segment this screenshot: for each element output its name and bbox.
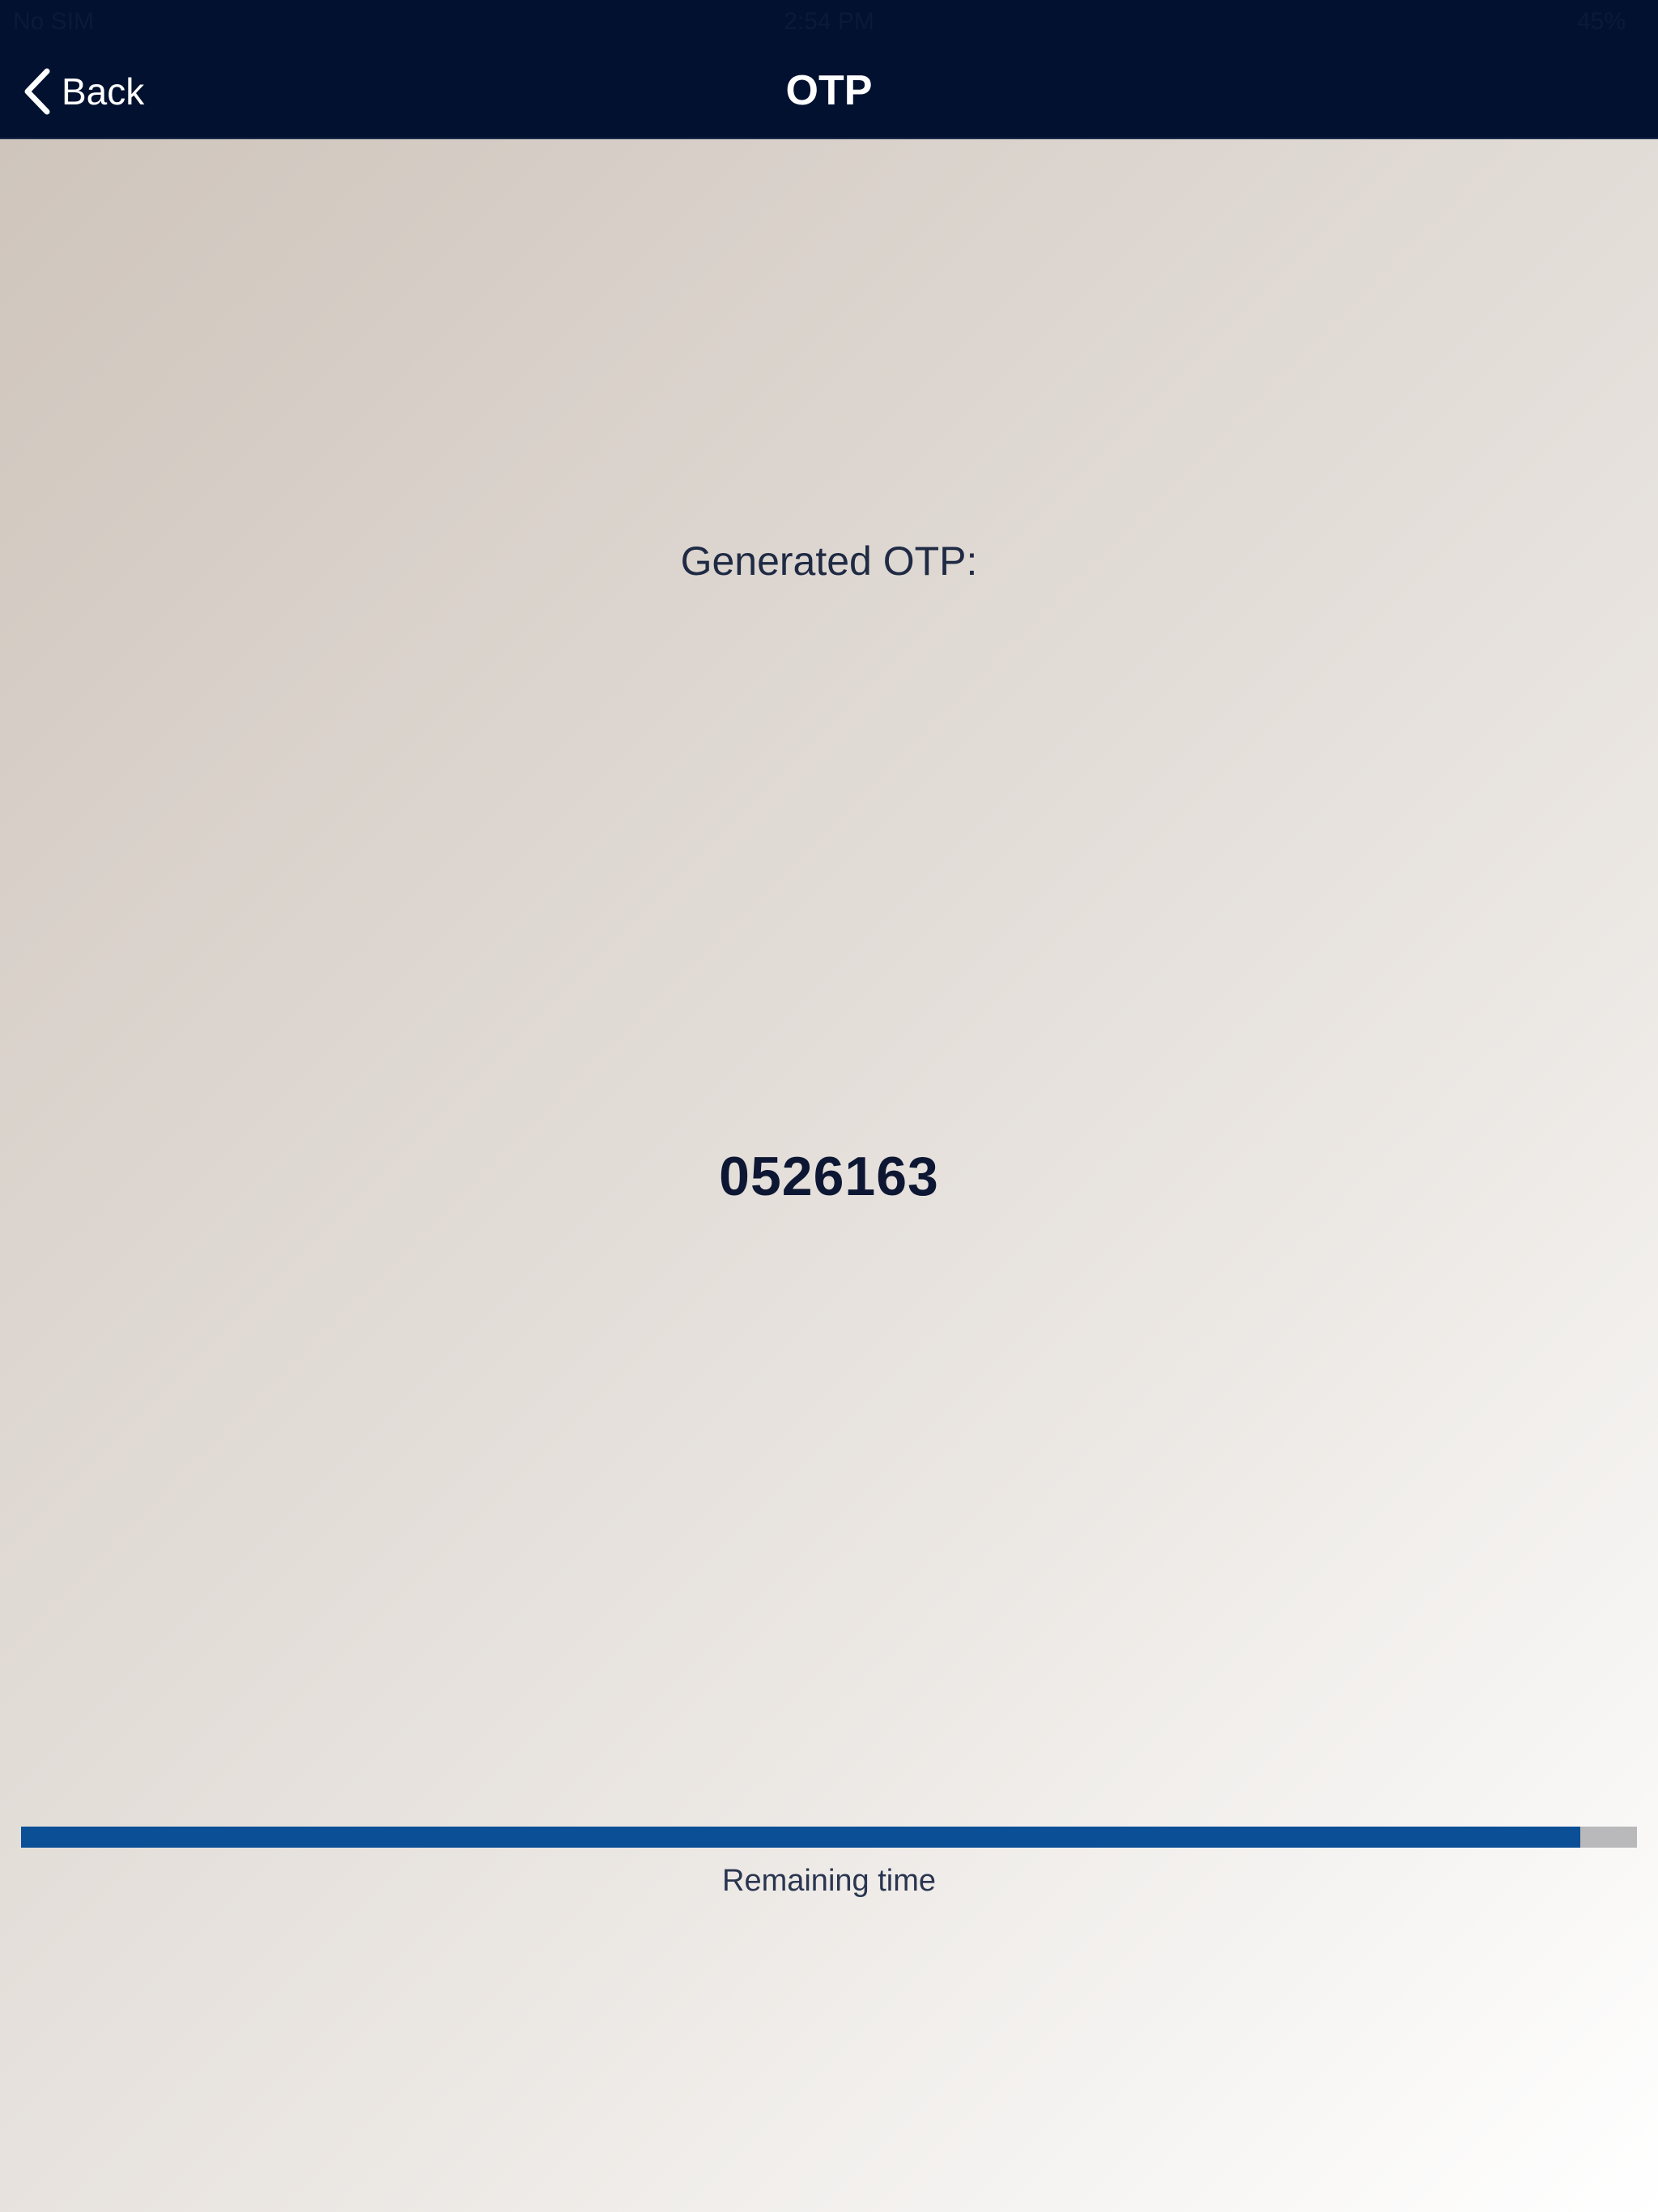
status-bar: No SIM 2:54 PM 45% — [0, 0, 1658, 45]
navigation-bar: No SIM 2:54 PM 45% Back OTP — [0, 0, 1658, 139]
remaining-time-progress-fill — [21, 1827, 1581, 1848]
otp-caption: Generated OTP: — [680, 538, 978, 584]
remaining-time-label: Remaining time — [722, 1864, 936, 1898]
page-title: OTP — [785, 67, 873, 114]
status-time: 2:54 PM — [784, 8, 874, 35]
status-battery: 45% — [1576, 8, 1626, 35]
remaining-time-progress-bar — [21, 1827, 1637, 1848]
otp-code: 0526163 — [719, 1146, 939, 1207]
